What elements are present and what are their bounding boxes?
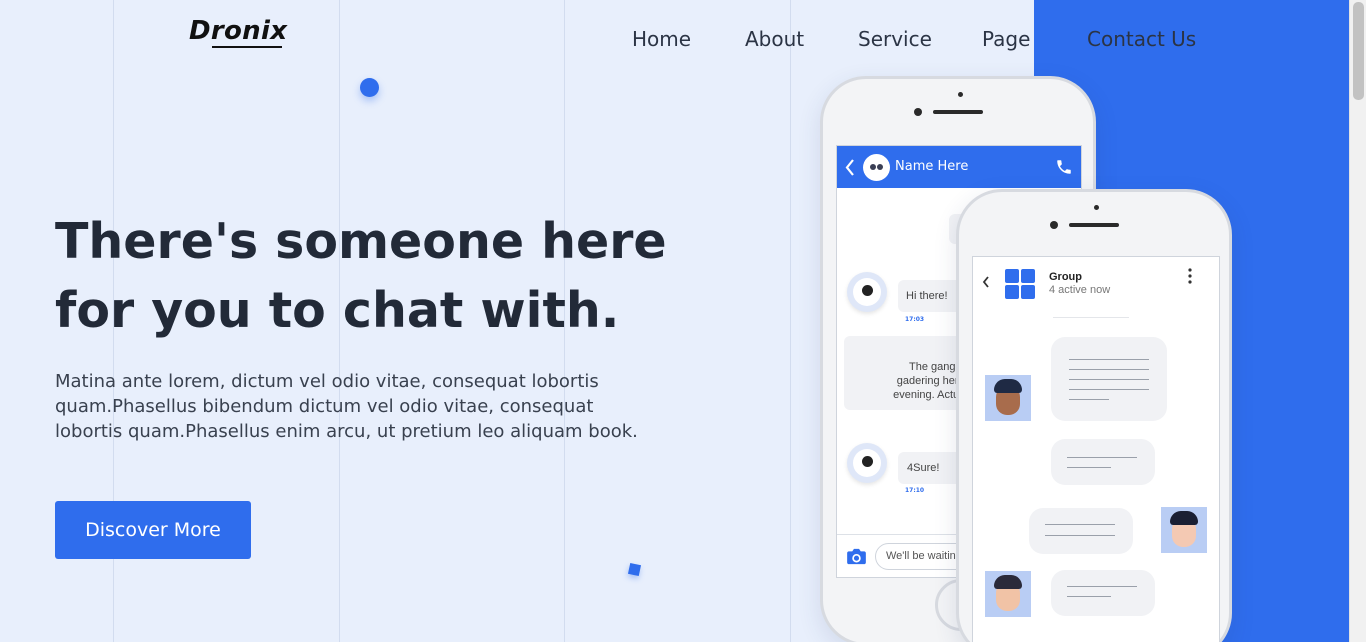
- phone-sensor: [958, 92, 963, 97]
- group-grid-icon: [1005, 269, 1037, 301]
- contact-name: Name Here: [895, 159, 969, 174]
- camera-icon[interactable]: [846, 548, 867, 565]
- phone-speaker: [933, 110, 983, 114]
- user-avatar: [985, 571, 1031, 617]
- scrollbar-thumb[interactable]: [1353, 2, 1364, 100]
- phone-call-icon[interactable]: [1055, 158, 1073, 176]
- group-message-bubble: [1051, 570, 1155, 616]
- phone-speaker: [1069, 223, 1119, 227]
- bg-line: [790, 0, 791, 642]
- brand-logo[interactable]: Dronix: [189, 16, 287, 46]
- hero-title-line1: There's someone here: [55, 213, 667, 270]
- phone-camera: [1050, 221, 1058, 229]
- nav-page[interactable]: Page: [982, 27, 1030, 51]
- decor-square: [627, 562, 642, 577]
- discover-more-button[interactable]: Discover More: [55, 501, 251, 559]
- user-avatar: [1161, 507, 1207, 553]
- chat-header: Name Here: [837, 146, 1081, 188]
- message-text: Hi there!: [906, 290, 948, 302]
- phone-mockup-group: Group 4 active now: [956, 189, 1232, 642]
- nav-contact-us[interactable]: Contact Us: [1087, 27, 1196, 51]
- hero-title: There's someone here for you to chat wit…: [55, 207, 695, 345]
- more-vertical-icon[interactable]: [1187, 268, 1193, 284]
- nav-home[interactable]: Home: [632, 27, 691, 51]
- page-scrollbar[interactable]: [1349, 0, 1366, 642]
- phone-sensor: [1094, 205, 1099, 210]
- group-message-bubble: [1051, 439, 1155, 485]
- group-chat-screen: Group 4 active now: [972, 256, 1220, 642]
- message-time: 17:03: [905, 316, 925, 323]
- group-message-bubble: [1029, 508, 1133, 554]
- bot-avatar: [847, 272, 887, 312]
- group-title: Group: [1049, 271, 1082, 283]
- group-status: 4 active now: [1049, 284, 1111, 296]
- hero-title-line2: for you to chat with.: [55, 282, 620, 339]
- logo-underline: [212, 46, 282, 48]
- message-text: 4Sure!: [907, 462, 940, 474]
- contact-avatar: [863, 154, 890, 181]
- decor-circle: [360, 78, 379, 97]
- back-chevron-icon[interactable]: [982, 276, 990, 288]
- bot-avatar: [847, 443, 887, 483]
- hero-description: Matina ante lorem, dictum vel odio vitae…: [55, 371, 638, 442]
- back-chevron-icon[interactable]: [845, 159, 855, 176]
- message-time: 17:10: [905, 487, 925, 494]
- nav-service[interactable]: Service: [858, 27, 932, 51]
- nav-about[interactable]: About: [745, 27, 804, 51]
- group-message-bubble: [1051, 337, 1167, 421]
- user-avatar: [985, 375, 1031, 421]
- phone-camera: [914, 108, 922, 116]
